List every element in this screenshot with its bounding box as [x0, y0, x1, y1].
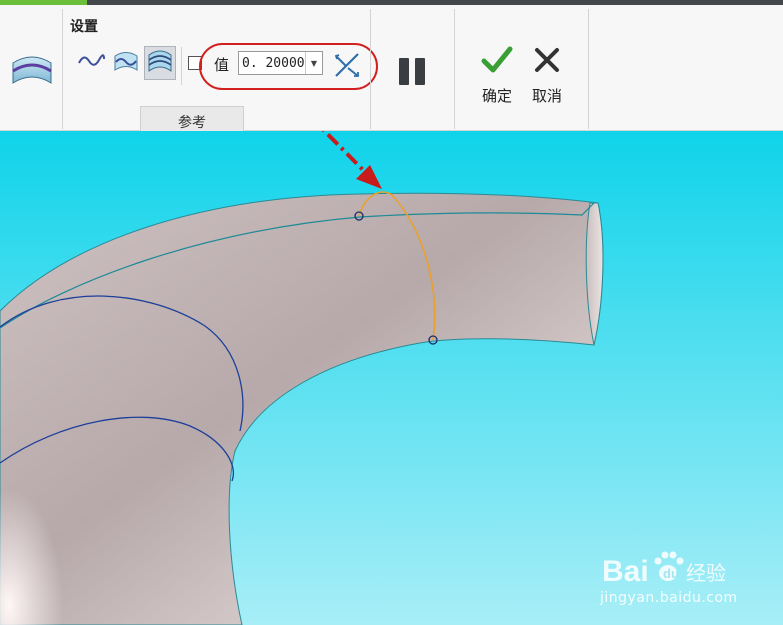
surface-curve-button[interactable] [110, 46, 142, 80]
curve-icon [77, 51, 105, 75]
ribbon-divider [588, 9, 589, 129]
surface-button[interactable] [144, 46, 176, 80]
confirm-label: 确定 [481, 87, 512, 105]
pause-button[interactable] [392, 51, 432, 91]
sweep-feature-icon[interactable] [10, 49, 54, 93]
watermark-brand: Bai [602, 555, 649, 588]
value-label: 值 [214, 56, 230, 74]
cancel-button[interactable]: 取消 [522, 45, 572, 111]
ribbon: 设置 值 ▼ [0, 5, 783, 136]
ribbon-divider [181, 47, 182, 85]
curve-button[interactable] [75, 46, 107, 80]
svg-text:du: du [663, 566, 679, 581]
surface-icon [146, 47, 174, 79]
flip-direction-button[interactable] [331, 51, 363, 83]
watermark-brand-suffix: 经验 [686, 561, 726, 585]
paw-icon: du [654, 551, 684, 581]
ribbon-divider [370, 9, 371, 129]
value-checkbox[interactable] [188, 56, 202, 70]
flip-direction-icon [332, 50, 362, 84]
ribbon-divider [454, 9, 455, 129]
watermark-url: jingyan.baidu.com [600, 590, 738, 606]
checkmark-icon [481, 45, 513, 79]
settings-group-title: 设置 [70, 19, 98, 35]
pause-icon [396, 57, 428, 85]
value-input[interactable] [239, 52, 305, 74]
close-icon [532, 45, 562, 79]
ribbon-divider [62, 9, 63, 129]
value-combobox[interactable]: ▼ [238, 51, 323, 75]
cancel-label: 取消 [531, 87, 562, 105]
confirm-button[interactable]: 确定 [472, 45, 522, 111]
dropdown-arrow-icon[interactable]: ▼ [305, 52, 322, 74]
surface-curve-icon [112, 47, 140, 79]
